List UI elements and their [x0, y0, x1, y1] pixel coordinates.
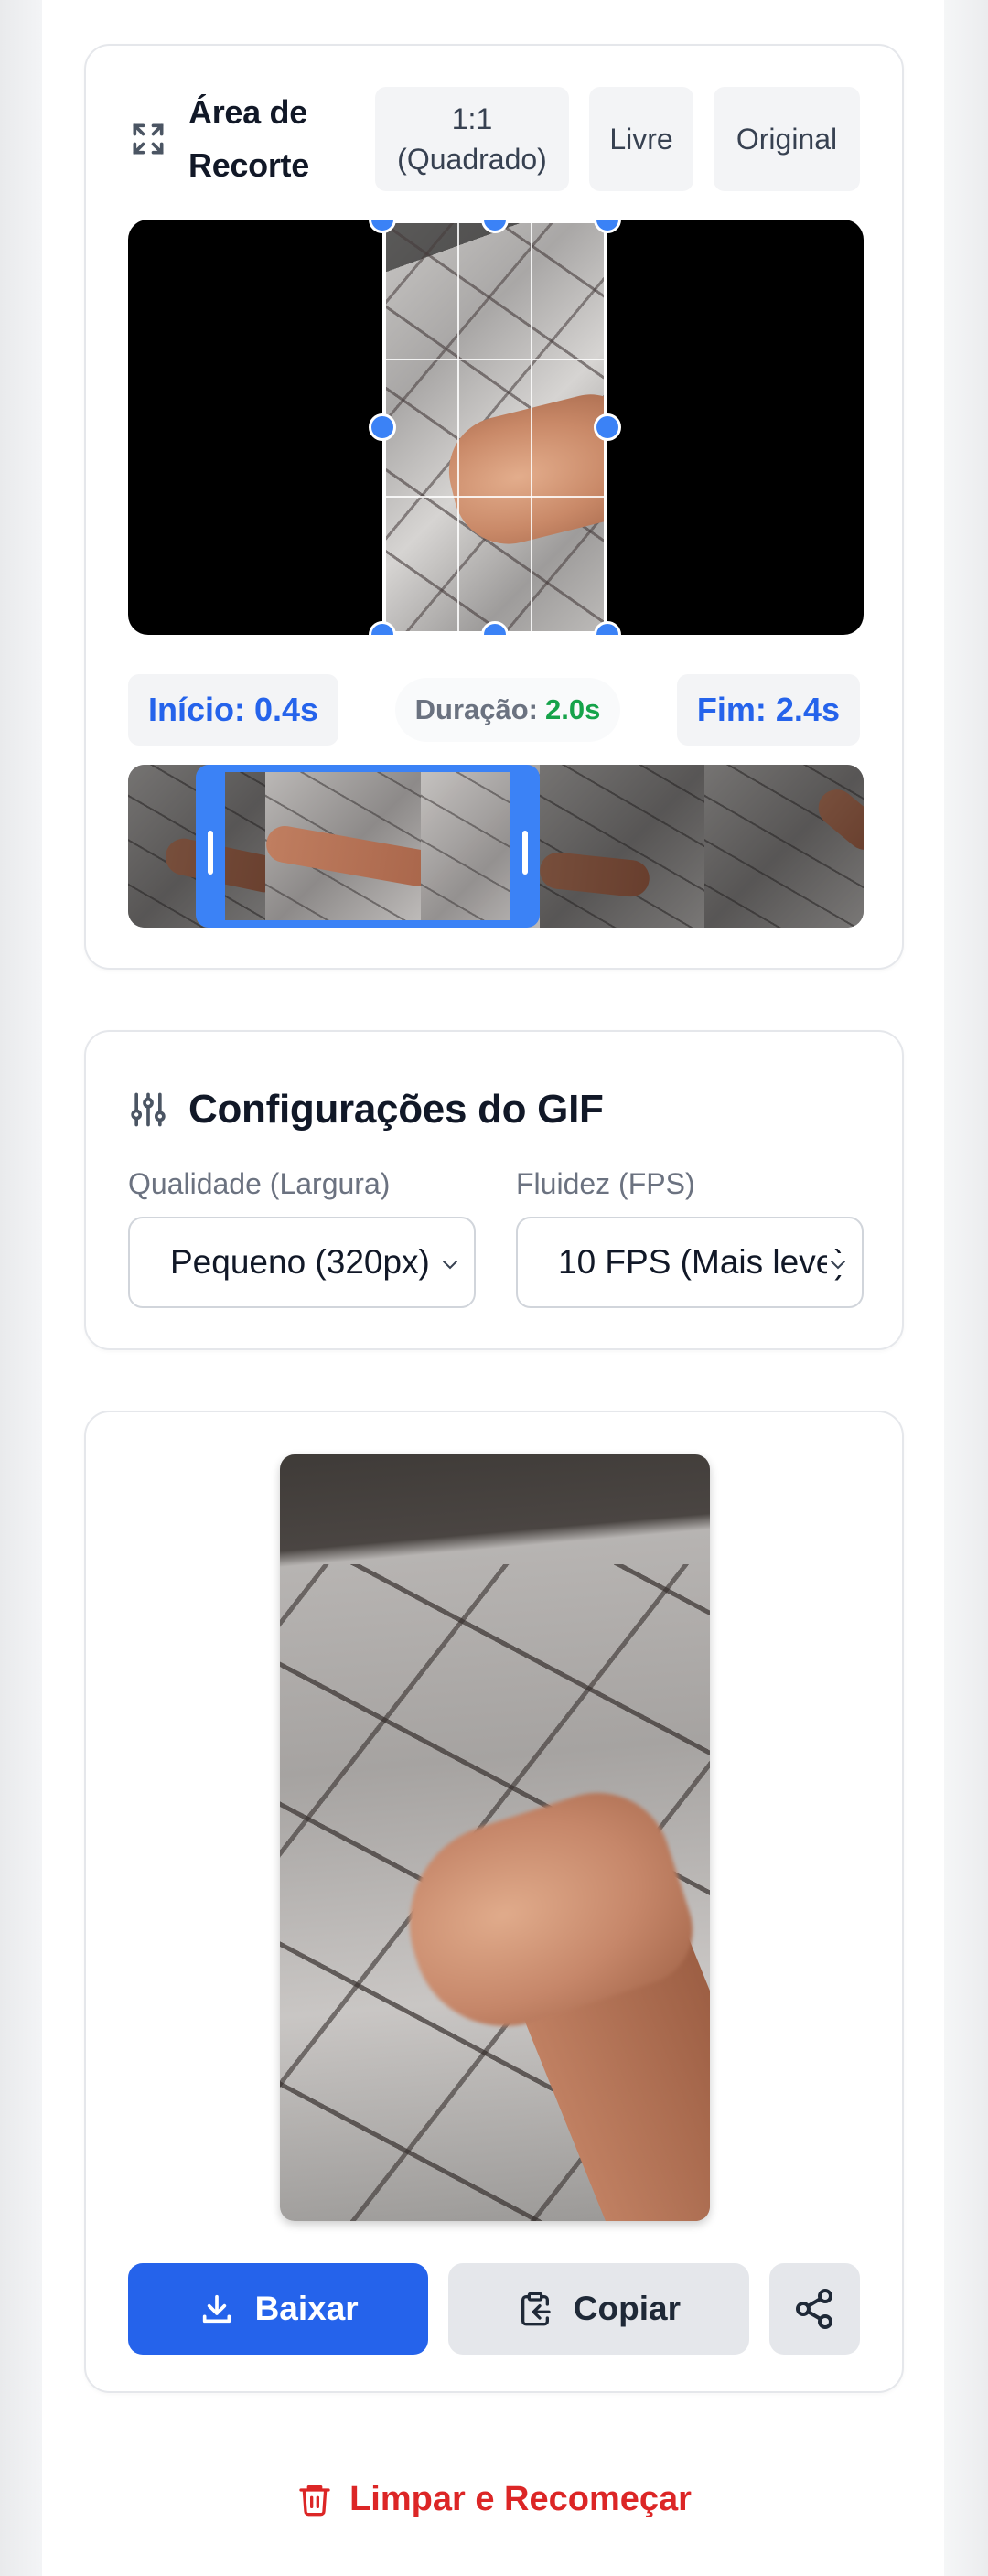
copy-label: Copiar	[573, 2290, 681, 2327]
download-icon	[202, 2294, 231, 2324]
download-label: Baixar	[254, 2290, 359, 2327]
expand-icon	[133, 123, 164, 155]
copy-button[interactable]: Copiar	[448, 2263, 749, 2355]
fps-select[interactable]: 10 FPS (Mais leve)	[516, 1217, 864, 1308]
quality-select[interactable]: Pequeno (320px)	[128, 1217, 476, 1308]
grid-line	[457, 223, 459, 631]
timeline-strip[interactable]	[128, 765, 864, 928]
action-buttons: Baixar Copiar	[128, 2263, 860, 2355]
timeline-thumbnail	[538, 765, 714, 928]
trash-icon	[299, 2485, 330, 2517]
quality-label: Qualidade (Largura)	[128, 1167, 391, 1200]
timeline-thumbnail	[704, 765, 864, 928]
reset-label: Limpar e Recomeçar	[349, 2479, 692, 2518]
chevron-down-icon	[827, 1253, 849, 1275]
chevron-down-icon	[439, 1253, 461, 1275]
time-row: Início: 0.4s Duração: 2.0s Fim: 2.4s	[128, 673, 860, 746]
range-handle-left[interactable]	[208, 831, 213, 875]
timeline-range-selector[interactable]	[196, 765, 540, 928]
crop-selection[interactable]	[382, 220, 607, 635]
settings-header: Configurações do GIF	[128, 1083, 604, 1136]
range-handle-right[interactable]	[522, 831, 528, 875]
settings-title: Configurações do GIF	[188, 1087, 604, 1132]
grid-line	[531, 223, 532, 631]
grid-line	[386, 496, 604, 498]
share-icon	[796, 2289, 833, 2329]
ratio-original-button[interactable]: Original	[714, 87, 860, 191]
share-button[interactable]	[768, 2263, 860, 2355]
gif-settings-card: Configurações do GIF Qualidade (Largura)…	[84, 1030, 904, 1350]
sliders-icon	[131, 1092, 166, 1127]
start-time: Início: 0.4s	[128, 674, 339, 746]
ratio-free-button[interactable]: Livre	[589, 87, 693, 191]
crop-handle-left[interactable]	[369, 413, 396, 441]
fps-value: 10 FPS (Mais leve)	[558, 1243, 846, 1281]
video-crop-frame	[128, 220, 864, 635]
download-button[interactable]: Baixar	[128, 2263, 429, 2355]
clipboard-icon	[521, 2292, 551, 2326]
crop-card: Área de Recorte 1:1 (Quadrado) Livre Ori…	[84, 44, 904, 970]
crop-title: Área de Recorte	[188, 93, 309, 184]
left-edge	[0, 0, 42, 2576]
crop-header: Área de Recorte 1:1 (Quadrado) Livre Ori…	[128, 86, 860, 192]
end-time: Fim: 2.4s	[676, 674, 860, 746]
gif-preview-card: Baixar Copiar	[84, 1411, 904, 2393]
reset-button[interactable]: Limpar e Recomeçar	[0, 2470, 988, 2528]
ratio-square-button[interactable]: 1:1 (Quadrado)	[375, 87, 569, 191]
ratio-group: 1:1 (Quadrado) Livre Original	[375, 87, 860, 191]
duration-value: 2.0s	[545, 693, 601, 725]
gif-preview-image	[280, 1454, 710, 2221]
duration-badge: Duração: 2.0s	[394, 678, 621, 742]
fps-label: Fluidez (FPS)	[516, 1167, 695, 1200]
crop-handle-right[interactable]	[594, 413, 621, 441]
duration-label: Duração:	[414, 693, 539, 725]
right-edge	[944, 0, 988, 2576]
grid-line	[386, 359, 604, 360]
quality-value: Pequeno (320px)	[170, 1243, 430, 1281]
